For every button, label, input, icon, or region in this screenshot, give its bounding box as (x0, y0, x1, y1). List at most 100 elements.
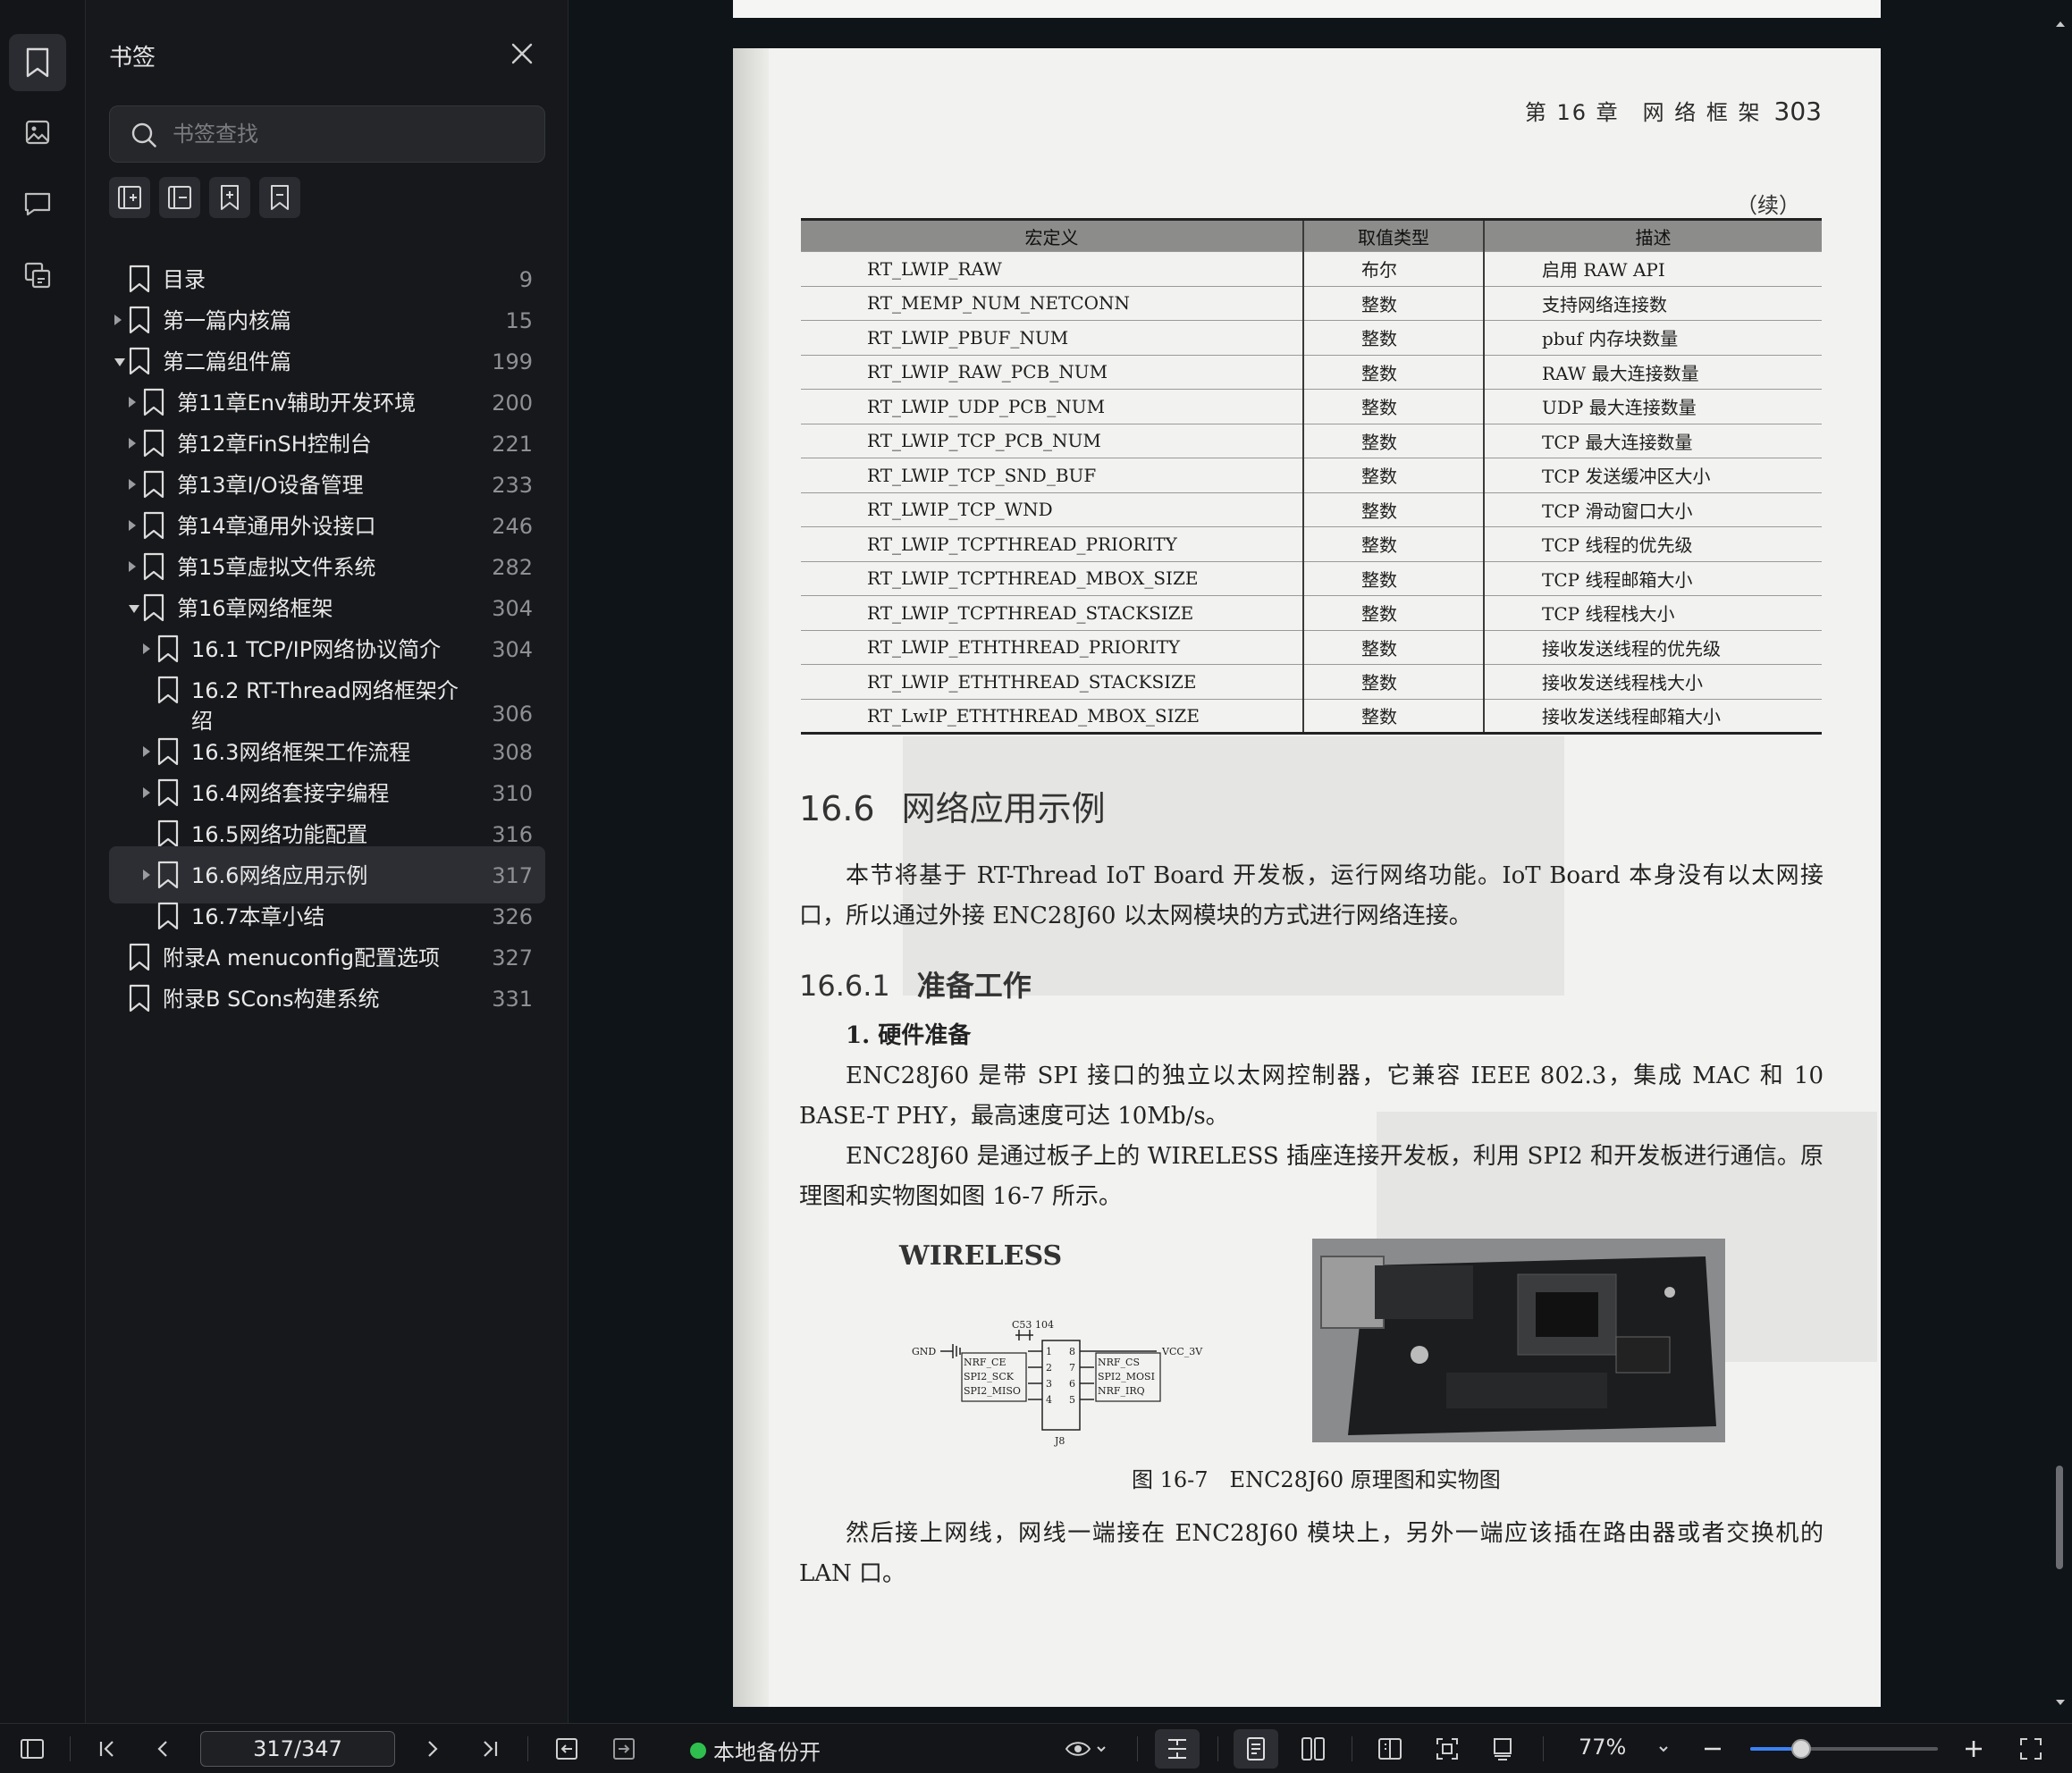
table-cell: RT_LWIP_ETHTHREAD_STACKSIZE (801, 664, 1303, 699)
divider (1543, 1736, 1544, 1761)
expanded-arrow-icon[interactable] (114, 358, 125, 366)
collapsed-arrow-icon[interactable] (114, 315, 122, 325)
collapse-all-icon (168, 186, 191, 209)
remove-bookmark-icon (271, 185, 289, 210)
expand-all-icon (118, 186, 141, 209)
scroll-down-icon[interactable] (2049, 1694, 2072, 1712)
expand-all-button[interactable] (109, 177, 150, 218)
collapsed-arrow-icon[interactable] (143, 870, 150, 880)
collapsed-arrow-icon[interactable] (129, 479, 136, 490)
last-page-icon (484, 1741, 498, 1757)
add-bookmark-button[interactable] (209, 177, 250, 218)
remove-bookmark-button[interactable] (259, 177, 300, 218)
zoom-out-button[interactable] (1693, 1724, 1732, 1773)
table-cell: 整数 (1302, 389, 1484, 424)
thumbnail-panel-button[interactable] (9, 104, 66, 161)
bookmark-icon (157, 819, 179, 848)
paragraph: 然后接上网线，网线一端接在 ENC28J60 模块上，另外一端应该插在路由器或者… (799, 1520, 1824, 1587)
navigate-back-button[interactable] (547, 1724, 586, 1773)
view-mode-dropdown[interactable] (1055, 1724, 1117, 1773)
vertical-scrollbar[interactable] (2049, 0, 2072, 1723)
table-row: RT_LWIP_PBUF_NUM 整数 pbuf 内存块数量 (801, 320, 1822, 355)
image-icon (25, 120, 50, 145)
fit-width-button[interactable] (1155, 1729, 1200, 1769)
book-mode-button[interactable] (1368, 1724, 1412, 1773)
status-dot-icon (690, 1742, 706, 1759)
collapsed-arrow-icon[interactable] (129, 561, 136, 572)
book-mode-icon (1378, 1738, 1402, 1760)
table-row: RT_LWIP_RAW 布尔 启用 RAW API (801, 251, 1822, 286)
navigate-forward-button[interactable] (604, 1724, 644, 1773)
pdf-page: 第 16 章 网 络 框 架 303 （续） 宏定义 取值类型 描述 RT_LWI… (733, 48, 1881, 1707)
table-cell: TCP 线程栈大小 (1483, 595, 1822, 630)
collapse-all-button[interactable] (159, 177, 200, 218)
zoom-level: 77% (1579, 1735, 1627, 1760)
local-backup-status[interactable]: 本地备份开 (690, 1735, 821, 1766)
table-cell: RT_LWIP_UDP_PCB_NUM (801, 389, 1303, 424)
table-row: RT_LWIP_ETHTHREAD_STACKSIZE 整数 接收发送线程栈大小 (801, 664, 1822, 699)
comment-panel-button[interactable] (9, 175, 66, 232)
svg-text:5: 5 (1069, 1394, 1075, 1406)
actual-size-button[interactable] (1480, 1724, 1525, 1773)
first-page-button[interactable] (88, 1724, 127, 1773)
table-cell: RT_LwIP_ETHTHREAD_MBOX_SIZE (801, 698, 1303, 734)
bottom-toolbar: 317/347 本地备份开 77% (0, 1723, 2072, 1773)
table-header-row: 宏定义 取值类型 描述 (801, 219, 1822, 252)
toggle-sidebar-button[interactable] (13, 1724, 52, 1773)
plus-icon (1966, 1741, 1982, 1757)
running-head: 第 16 章 网 络 框 架 303 (1524, 97, 1822, 126)
collapsed-arrow-icon[interactable] (143, 787, 150, 798)
scrollbar-thumb[interactable] (2056, 1466, 2063, 1569)
backup-label: 本地备份开 (713, 1740, 821, 1765)
table-cell: TCP 线程邮箱大小 (1483, 560, 1822, 596)
page-number-input[interactable]: 317/347 (200, 1731, 395, 1767)
zoom-slider-knob[interactable] (1790, 1739, 1811, 1759)
fullscreen-button[interactable] (2011, 1724, 2051, 1773)
collapsed-arrow-icon[interactable] (143, 746, 150, 757)
copy-search-icon (24, 262, 51, 289)
zoom-dropdown[interactable] (1650, 1724, 1677, 1773)
connector-ref: J8 (1054, 1435, 1065, 1447)
bookmark-toolbar (109, 177, 300, 220)
fit-page-button[interactable] (1425, 1724, 1470, 1773)
table-row: RT_LWIP_TCPTHREAD_STACKSIZE 整数 TCP 线程栈大小 (801, 595, 1822, 630)
subsection-heading: 16.6.1 准备工作 (799, 969, 1032, 1003)
wireless-schematic: C53 104 GND VCC_3V3 1 2 3 4 8 7 6 5 NRF_… (912, 1319, 1203, 1447)
table-cell: RT_LWIP_PBUF_NUM (801, 320, 1303, 355)
zoom-in-button[interactable] (1954, 1724, 1993, 1773)
next-page-button[interactable] (413, 1724, 452, 1773)
collapsed-arrow-icon[interactable] (129, 520, 136, 531)
page-number: 303 (1773, 97, 1822, 126)
search-panel-button[interactable] (9, 247, 66, 304)
bookmark-panel-button[interactable] (9, 34, 66, 91)
bookmark-page-number: 317 (492, 863, 533, 888)
svg-text:1: 1 (1046, 1346, 1052, 1357)
table-cell: pbuf 内存块数量 (1483, 320, 1822, 355)
table-continued-label: （续） (1736, 193, 1800, 218)
sidebar-toggle-icon (21, 1739, 44, 1759)
bookmark-item[interactable]: 附录B SCons构建系统 331 (109, 970, 545, 1027)
bookmark-search-box[interactable] (109, 105, 545, 163)
collapsed-arrow-icon[interactable] (143, 643, 150, 654)
previous-page-button[interactable] (143, 1724, 182, 1773)
scan-shadow (733, 48, 769, 1707)
table-row: RT_LWIP_RAW_PCB_NUM 整数 RAW 最大连接数量 (801, 354, 1822, 390)
bookmark-label: 16.5网络功能配置 (191, 822, 368, 847)
scroll-up-icon[interactable] (2049, 14, 2072, 32)
svg-text:2: 2 (1046, 1362, 1052, 1374)
expanded-arrow-icon[interactable] (129, 605, 139, 613)
last-page-button[interactable] (470, 1724, 510, 1773)
bookmark-search-input[interactable] (173, 106, 530, 162)
close-panel-button[interactable] (508, 39, 536, 68)
previous-page-edge (733, 0, 1881, 18)
zoom-slider[interactable] (1750, 1739, 1938, 1759)
single-page-button[interactable] (1234, 1729, 1278, 1769)
collapsed-arrow-icon[interactable] (129, 397, 136, 408)
collapsed-arrow-icon[interactable] (129, 438, 136, 449)
macro-table: 宏定义 取值类型 描述 RT_LWIP_RAW 布尔 启用 RAW API RT_ME… (801, 218, 1822, 735)
table-cell: 整数 (1302, 320, 1484, 355)
bookmark-icon (143, 593, 164, 622)
pin-label: SPI2_SCK (964, 1371, 1015, 1382)
table-cell: 整数 (1302, 526, 1484, 561)
double-page-button[interactable] (1291, 1724, 1335, 1773)
